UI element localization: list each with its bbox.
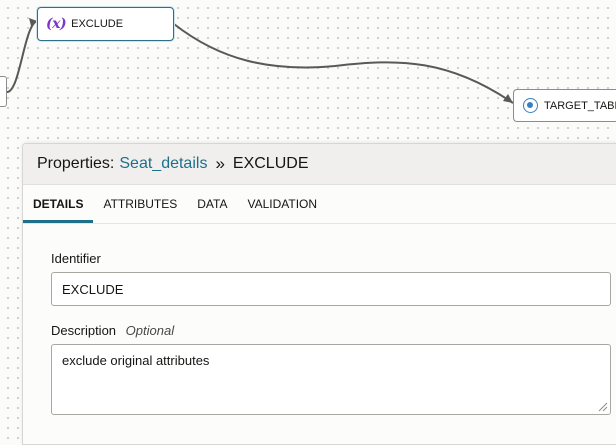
target-table-icon xyxy=(523,98,538,113)
fx-expression-icon: (x) xyxy=(46,16,67,32)
details-form: Identifier EXCLUDE Description Optional … xyxy=(51,251,611,415)
breadcrumb-separator: » xyxy=(215,154,225,173)
arrowhead-target xyxy=(503,94,513,103)
resize-grip-icon[interactable] xyxy=(598,402,608,412)
current-object-name: EXCLUDE xyxy=(232,155,309,172)
properties-heading: Properties: xyxy=(37,155,115,172)
identifier-input[interactable]: EXCLUDE xyxy=(51,272,611,306)
object-link[interactable]: Seat_details xyxy=(119,155,207,173)
exclude-node-label: EXCLUDE xyxy=(71,18,124,30)
optional-hint: Optional xyxy=(125,323,175,338)
exclude-node[interactable]: (x) EXCLUDE xyxy=(37,7,174,41)
properties-panel: Properties: Seat_details » EXCLUDE DETAI… xyxy=(22,143,616,445)
tab-data[interactable]: DATA xyxy=(187,185,237,223)
tab-attributes[interactable]: ATTRIBUTES xyxy=(93,185,187,223)
description-label: Description xyxy=(51,323,117,338)
source-node[interactable] xyxy=(0,76,7,107)
target-node-label: TARGET_TABL xyxy=(544,99,616,112)
identifier-value: EXCLUDE xyxy=(62,281,124,297)
description-label-row: Description Optional xyxy=(51,323,611,338)
description-textarea[interactable]: exclude original attributes xyxy=(51,344,611,415)
description-value: exclude original attributes xyxy=(62,353,210,368)
arrowhead-exclude xyxy=(29,18,37,26)
properties-tabs: DETAILS ATTRIBUTES DATA VALIDATION xyxy=(23,185,616,224)
properties-breadcrumb: Properties: Seat_details » EXCLUDE xyxy=(23,144,616,185)
connector-exclude-to-target xyxy=(173,23,514,104)
identifier-label: Identifier xyxy=(51,251,101,266)
tab-validation[interactable]: VALIDATION xyxy=(237,185,327,223)
target-table-node[interactable]: TARGET_TABL xyxy=(513,89,616,122)
tab-details[interactable]: DETAILS xyxy=(23,185,94,223)
connector-left-to-exclude xyxy=(6,20,38,93)
